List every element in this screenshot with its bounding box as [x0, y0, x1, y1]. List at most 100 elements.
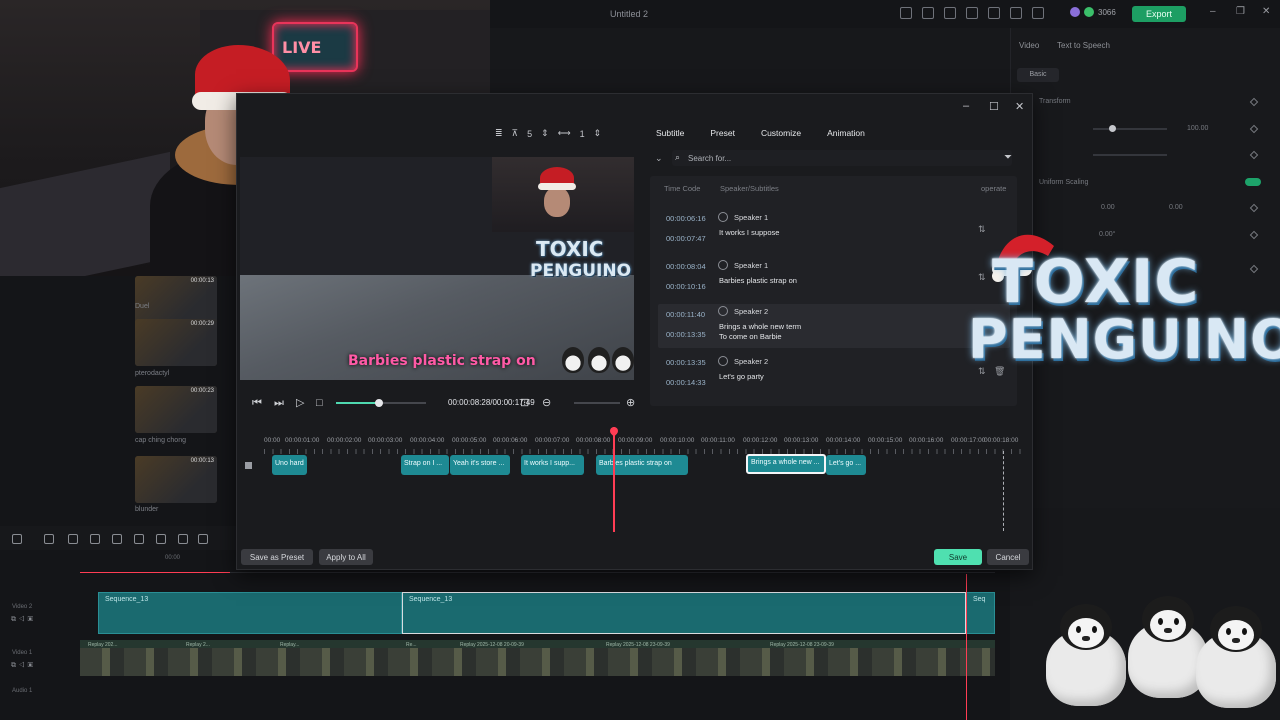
stepper-icon[interactable]: ⇕	[541, 128, 549, 139]
keyframe-icon[interactable]	[1249, 203, 1259, 213]
tab-animation[interactable]: Animation	[827, 128, 865, 138]
search-input[interactable]	[688, 152, 988, 164]
size-value[interactable]: 5	[527, 129, 532, 139]
subtitle-clip[interactable]: Let's go ...	[826, 455, 866, 475]
tab-video[interactable]: Video	[1019, 41, 1039, 50]
stop-icon[interactable]: □	[316, 396, 323, 410]
uniform-scaling-toggle[interactable]	[1245, 178, 1261, 186]
position-y-value[interactable]: 0.00	[1169, 204, 1183, 211]
align-icon[interactable]: ≣	[495, 128, 503, 139]
scale-y-slider[interactable]	[1093, 154, 1167, 156]
subtitle-clip-selected[interactable]: Brings a whole new ...	[746, 454, 826, 474]
scale-slider-knob[interactable]	[1109, 125, 1116, 132]
subtitle-row-selected[interactable]: 00:00:11:40 00:00:13:35 Speaker 2 Brings…	[658, 304, 1010, 348]
position-x-value[interactable]: 0.00	[1101, 204, 1115, 211]
apps-icon[interactable]	[1032, 7, 1044, 19]
media-card[interactable]: 00:00:13	[135, 456, 217, 503]
spacing-value[interactable]: 1	[580, 129, 585, 139]
apply-to-all-button[interactable]: Apply to All	[319, 549, 373, 565]
subtitle-row[interactable]: 00:00:13:35 00:00:14:33 Speaker 2 Let's …	[658, 354, 1010, 398]
media-card[interactable]: 00:00:23	[135, 386, 217, 433]
send-icon[interactable]	[922, 7, 934, 19]
keyframe-icon[interactable]	[1249, 97, 1259, 107]
keyframe-icon[interactable]	[1249, 124, 1259, 134]
save-button[interactable]: Save	[934, 549, 982, 565]
video-preview[interactable]: TOXIC PENGUINO Barbies plastic strap on	[240, 157, 634, 380]
credits-badge[interactable]: 3066	[1070, 7, 1116, 17]
end-time[interactable]: 00:00:13:35	[666, 330, 706, 339]
start-time[interactable]: 00:00:13:35	[666, 358, 706, 367]
restore-icon[interactable]: ❐	[1236, 7, 1246, 17]
sequence-clip[interactable]: Seq	[966, 592, 995, 634]
cancel-button[interactable]: Cancel	[987, 549, 1029, 565]
more-icon[interactable]	[198, 534, 208, 544]
subtitle-clip[interactable]: Yeah it's store ...	[450, 455, 510, 475]
valign-icon[interactable]: ⊼	[512, 128, 519, 139]
subtitle-clip[interactable]: Uno hard	[272, 455, 307, 475]
start-time[interactable]: 00:00:06:16	[666, 214, 706, 223]
speaker-name[interactable]: Speaker 1	[734, 213, 768, 222]
speaker-name[interactable]: Speaker 2	[734, 307, 768, 316]
save-as-preset-button[interactable]: Save as Preset	[241, 549, 313, 565]
play-icon[interactable]: ▷	[296, 396, 304, 410]
timeline-ruler[interactable]: 00:00 00:00:01:00 00:00:02:00 00:00:03:0…	[242, 437, 1027, 457]
subtitle-text[interactable]: Let's go party	[719, 372, 764, 382]
cloud-icon[interactable]	[988, 7, 1000, 19]
preview-subtitle[interactable]: Barbies plastic strap on	[348, 353, 536, 369]
filter-icon[interactable]: ⏷	[1004, 152, 1012, 163]
end-time[interactable]: 00:00:14:33	[666, 378, 706, 387]
prev-frame-icon[interactable]: ⏮	[252, 396, 262, 410]
media-card[interactable]: 00:00:29	[135, 319, 217, 366]
save-icon[interactable]	[966, 7, 978, 19]
scrubber-knob[interactable]	[374, 399, 383, 407]
tab-customize[interactable]: Customize	[761, 128, 801, 138]
subtitle-clip[interactable]: Barbies plastic strap on	[596, 455, 688, 475]
cut-icon[interactable]	[134, 534, 144, 544]
main-playhead[interactable]	[966, 574, 967, 720]
split-icon[interactable]: ⇅	[978, 224, 986, 235]
close-icon[interactable]: ✕	[1015, 100, 1024, 113]
keyframe-icon[interactable]	[1249, 230, 1259, 240]
select-icon[interactable]	[44, 534, 54, 544]
tab-subtitle[interactable]: Subtitle	[656, 128, 684, 138]
maximize-icon[interactable]: ☐	[989, 100, 999, 113]
media-card[interactable]: 00:00:13	[135, 276, 217, 323]
scale-value[interactable]: 100.00	[1187, 125, 1208, 132]
keyframe-icon[interactable]	[1249, 150, 1259, 160]
redo-icon[interactable]	[90, 534, 100, 544]
text-icon[interactable]	[178, 534, 188, 544]
tab-basic[interactable]: Basic	[1017, 68, 1059, 82]
spacing-icon[interactable]: ⟷	[558, 128, 571, 139]
start-time[interactable]: 00:00:11:40	[666, 310, 705, 319]
tab-text-to-speech[interactable]: Text to Speech	[1057, 41, 1110, 50]
track-controls[interactable]: ⧉◁▣	[11, 616, 36, 624]
layout-icon[interactable]	[944, 7, 956, 19]
video-clip-strip[interactable]	[80, 640, 995, 676]
playback-scrubber[interactable]	[336, 399, 426, 407]
end-time[interactable]: 00:00:10:16	[666, 282, 706, 291]
subtitle-text[interactable]: Barbies plastic strap on	[719, 276, 797, 286]
undo-icon[interactable]	[68, 534, 78, 544]
zoom-out-icon[interactable]: ⊖	[542, 396, 551, 410]
minimize-icon[interactable]: –	[963, 100, 969, 112]
delete-icon[interactable]	[112, 534, 122, 544]
subtitle-playhead[interactable]	[613, 427, 615, 532]
speaker-name[interactable]: Speaker 1	[734, 261, 768, 270]
subtitle-text[interactable]: Brings a whole new term	[719, 322, 801, 332]
scale-slider[interactable]	[1093, 128, 1167, 130]
close-icon[interactable]: ✕	[1262, 7, 1272, 17]
subtitle-text[interactable]: To come on Barbie	[719, 332, 782, 342]
sequence-clip[interactable]: Sequence_13	[402, 592, 966, 634]
zoom-in-icon[interactable]: ⊕	[626, 396, 635, 410]
stepper-icon[interactable]: ⇕	[594, 128, 602, 139]
gift-icon[interactable]	[900, 7, 912, 19]
tab-preset[interactable]: Preset	[710, 128, 735, 138]
grid-icon[interactable]	[12, 534, 22, 544]
subtitle-clip[interactable]: It works I supp...	[521, 455, 584, 475]
end-time[interactable]: 00:00:07:47	[666, 234, 706, 243]
subtitle-row[interactable]: 00:00:08:04 00:00:10:16 Speaker 1 Barbie…	[658, 258, 1010, 302]
speaker-name[interactable]: Speaker 2	[734, 357, 768, 366]
sequence-clip[interactable]: Sequence_13	[98, 592, 402, 634]
subtitle-text[interactable]: It works I suppose	[719, 228, 779, 238]
subtitle-clip[interactable]: Strap on I ...	[401, 455, 449, 475]
